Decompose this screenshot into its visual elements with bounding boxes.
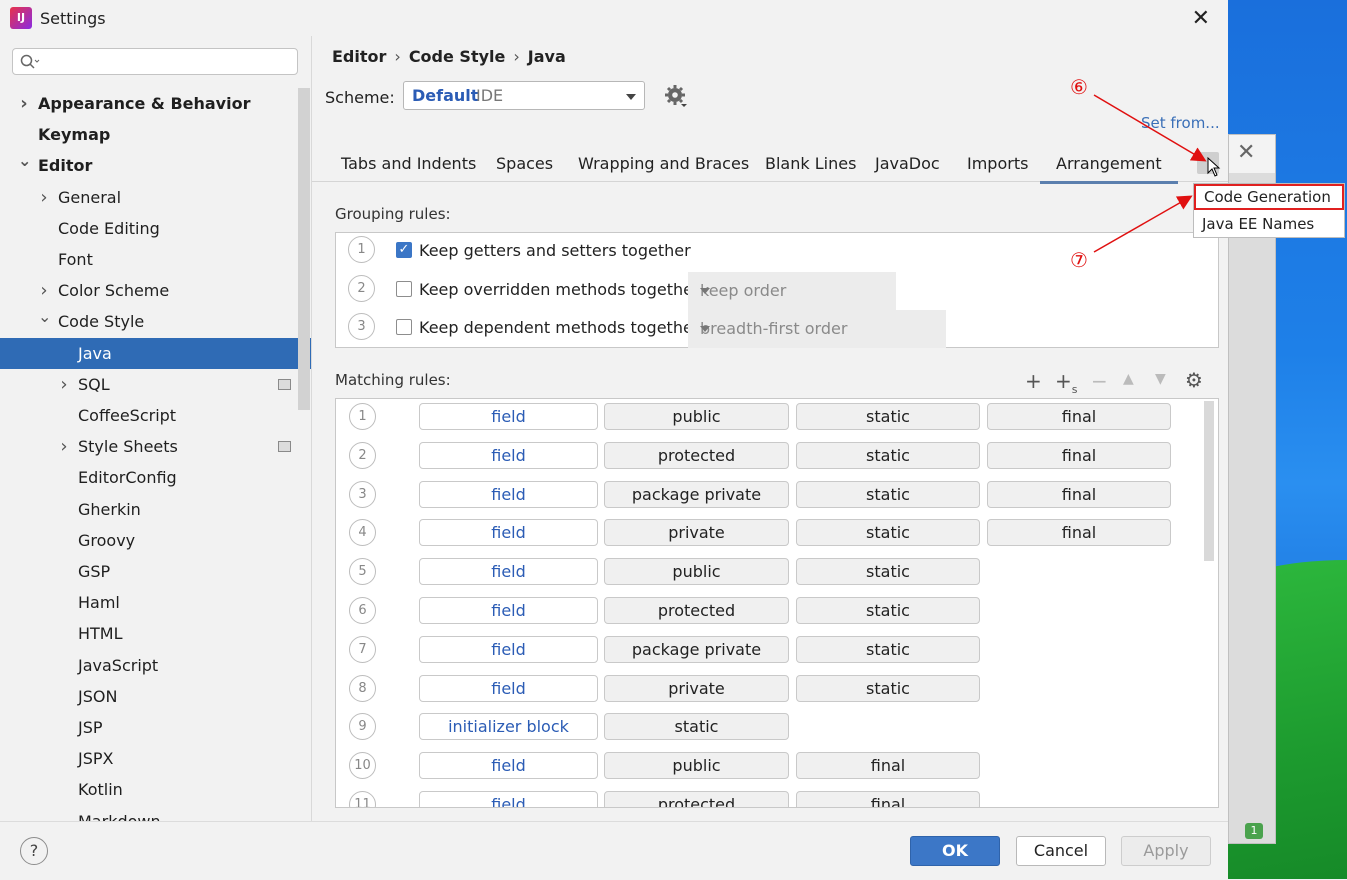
annotation-marker-7: ⑦ (1070, 248, 1088, 272)
annotation-marker-6: ⑥ (1070, 75, 1088, 99)
mouse-pointer-icon (1207, 156, 1221, 181)
annotation-arrows (1093, 94, 1207, 253)
